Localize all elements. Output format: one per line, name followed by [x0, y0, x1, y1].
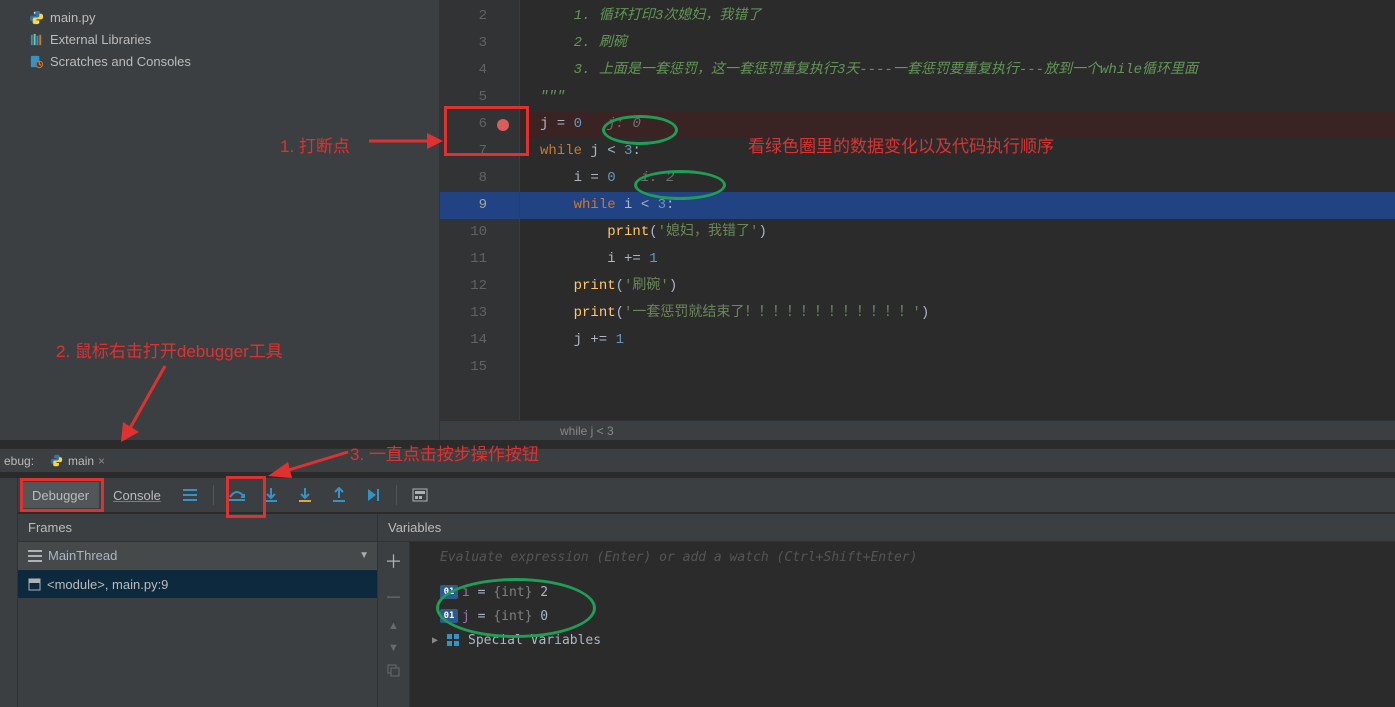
frames-title: Frames: [18, 514, 377, 542]
step-out-button[interactable]: [324, 482, 354, 508]
arrow-icon: [365, 128, 445, 154]
threads-icon: [28, 550, 42, 562]
watch-expression-input[interactable]: Evaluate expression (Enter) or add a wat…: [440, 550, 1389, 572]
annotation-4: 看绿色圈里的数据变化以及代码执行顺序: [748, 132, 1054, 157]
debug-header-label: ebug:: [4, 454, 34, 468]
library-icon: [28, 31, 44, 47]
code-editor[interactable]: 23456789101112131415 1. 循环打印3次媳妇，我错了 2. …: [440, 0, 1395, 440]
debug-header: ebug: main ×: [0, 448, 1395, 472]
variables-body[interactable]: Evaluate expression (Enter) or add a wat…: [410, 542, 1395, 707]
variables-title: Variables: [378, 514, 1395, 542]
remove-watch-button[interactable]: －: [385, 584, 403, 610]
int-badge-icon: 01: [440, 585, 458, 599]
frame-icon: [28, 578, 41, 591]
variables-toolbar: ＋ － ▲ ▼: [378, 542, 410, 707]
debug-toolbar: Debugger Console: [18, 478, 1395, 512]
annotation-1: 1. 打断点: [280, 132, 350, 157]
special-variables-row[interactable]: ▶ Special Variables: [410, 628, 1395, 652]
duplicate-watch-button[interactable]: [387, 664, 400, 680]
arrow-icon: [262, 446, 352, 482]
project-tree[interactable]: main.py External Libraries Scratches and…: [0, 0, 440, 440]
evaluate-expression-button[interactable]: [405, 482, 435, 508]
variable-row-i[interactable]: 01 i = {int} 2: [410, 580, 1395, 604]
tree-item-scratches[interactable]: Scratches and Consoles: [0, 50, 439, 72]
debug-run-tab[interactable]: main ×: [42, 449, 111, 472]
python-file-icon: [28, 9, 44, 25]
tree-item-label: Scratches and Consoles: [50, 54, 191, 69]
thread-selector[interactable]: MainThread ▼: [18, 542, 377, 570]
run-to-cursor-button[interactable]: [358, 482, 388, 508]
special-variables-label: Special Variables: [468, 633, 601, 648]
annotation-box-stepover: [226, 476, 266, 518]
frame-label: <module>, main.py:9: [47, 577, 168, 592]
scratches-icon: [28, 53, 44, 69]
debug-left-gutter: [0, 478, 18, 707]
up-icon[interactable]: ▲: [388, 620, 399, 632]
debug-tab-label: main: [68, 454, 94, 468]
editor-gutter[interactable]: 23456789101112131415: [440, 0, 520, 440]
tree-item-label: main.py: [50, 10, 96, 25]
annotation-box-breakpoint: [444, 106, 529, 156]
tab-console[interactable]: Console: [103, 482, 171, 508]
arrow-icon: [115, 360, 175, 446]
tree-item-label: External Libraries: [50, 32, 151, 47]
annotation-3: 3. 一直点击按步操作按钮: [350, 440, 539, 465]
variable-row-j[interactable]: 01 j = {int} 0: [410, 604, 1395, 628]
code-area[interactable]: 1. 循环打印3次媳妇，我错了 2. 刷碗 3. 上面是一套惩罚，这一套惩罚重复…: [520, 0, 1395, 440]
thread-name: MainThread: [48, 548, 117, 563]
down-icon[interactable]: ▼: [388, 642, 399, 654]
tree-item-external-libraries[interactable]: External Libraries: [0, 28, 439, 50]
chevron-down-icon[interactable]: ▼: [359, 550, 369, 561]
breadcrumb[interactable]: while j < 3: [440, 420, 1395, 440]
threads-icon[interactable]: [175, 482, 205, 508]
step-into-my-code-button[interactable]: [290, 482, 320, 508]
python-file-icon: [48, 453, 64, 469]
annotation-2: 2. 鼠标右击打开debugger工具: [56, 337, 283, 362]
int-badge-icon: 01: [440, 609, 458, 623]
close-icon[interactable]: ×: [98, 454, 105, 468]
chevron-right-icon[interactable]: ▶: [432, 635, 438, 646]
annotation-box-debugger: [20, 478, 104, 512]
special-vars-icon: [446, 633, 460, 647]
frames-pane: Frames MainThread ▼ <module>, main.py:9: [18, 514, 378, 707]
breadcrumb-text: while j < 3: [560, 424, 614, 438]
add-watch-button[interactable]: ＋: [385, 548, 403, 574]
tree-item-main-py[interactable]: main.py: [0, 6, 439, 28]
stack-frame[interactable]: <module>, main.py:9: [18, 570, 377, 598]
variables-pane: Variables ＋ － ▲ ▼ Evaluate expression (E…: [378, 514, 1395, 707]
